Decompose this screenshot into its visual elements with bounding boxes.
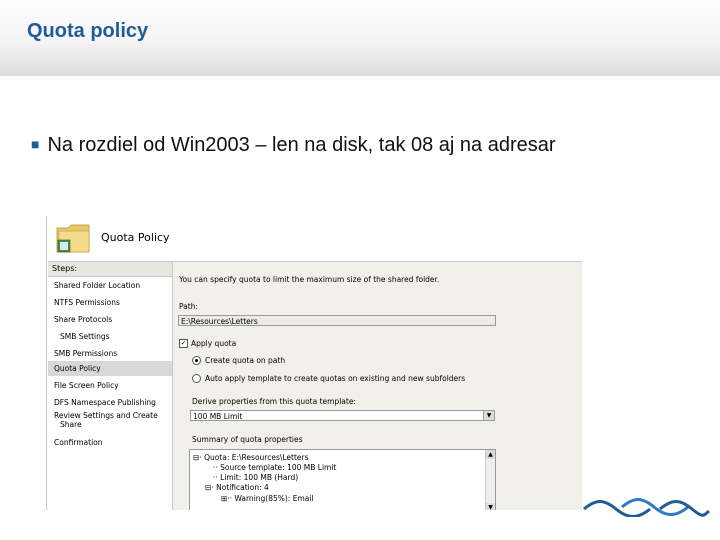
derive-label: Derive properties from this quota templa…: [192, 397, 356, 406]
create-quota-radio[interactable]: [192, 356, 201, 365]
step-confirmation[interactable]: Confirmation: [48, 438, 172, 447]
step-review-settings-share: Share: [60, 420, 82, 429]
step-smb-settings[interactable]: SMB Settings: [48, 332, 172, 341]
wave-logo-icon: [583, 498, 710, 517]
quota-summary-tree: ⊟· Quota: E:\Resources\Letters ·· Source…: [189, 449, 496, 510]
quota-policy-wizard: Quota Policy Steps: Shared Folder Locati…: [46, 216, 582, 510]
expand-icon[interactable]: ⊞··: [221, 494, 232, 503]
collapse-icon[interactable]: ⊟·: [205, 483, 214, 492]
scroll-down-icon[interactable]: ▼: [486, 503, 495, 510]
scroll-up-icon[interactable]: ▲: [486, 450, 495, 459]
step-ntfs-permissions[interactable]: NTFS Permissions: [48, 298, 172, 307]
bullet-square-icon: ■: [31, 136, 40, 152]
slide-header: Quota policy: [0, 0, 720, 76]
step-review-settings[interactable]: Review Settings and Create: [48, 411, 172, 420]
bullet-text: Na rozdiel od Win2003 – len na disk, tak…: [47, 134, 556, 156]
collapse-icon[interactable]: ⊟·: [193, 453, 202, 462]
auto-apply-radio[interactable]: [192, 374, 201, 383]
wizard-header: Quota Policy: [47, 216, 582, 261]
quota-template-select[interactable]: 100 MB Limit ▼: [190, 410, 495, 421]
step-share-protocols[interactable]: Share Protocols: [48, 315, 172, 324]
tree-item-quota[interactable]: ⊟· Quota: E:\Resources\Letters: [193, 453, 309, 462]
step-shared-folder-location[interactable]: Shared Folder Location: [48, 281, 172, 290]
wizard-title: Quota Policy: [101, 231, 170, 244]
slide-title: Quota policy: [27, 20, 149, 42]
intro-text: You can specify quota to limit the maxim…: [179, 275, 440, 284]
step-file-screen-policy[interactable]: File Screen Policy: [48, 381, 172, 390]
quota-template-value: 100 MB Limit: [193, 412, 243, 421]
bullet-item: ■ Na rozdiel od Win2003 – len na disk, ta…: [31, 134, 556, 157]
steps-heading: Steps:: [48, 261, 172, 277]
tree-item-source-template: ·· Source template: 100 MB Limit: [213, 463, 337, 472]
path-label: Path:: [179, 302, 199, 311]
wizard-content: You can specify quota to limit the maxim…: [173, 261, 582, 510]
folder-icon: [56, 224, 90, 253]
step-smb-permissions[interactable]: SMB Permissions: [48, 349, 172, 358]
step-quota-policy[interactable]: Quota Policy: [48, 361, 172, 376]
create-quota-label: Create quota on path: [205, 356, 286, 365]
tree-item-notification[interactable]: ⊟· Notification: 4: [205, 483, 269, 492]
wizard-steps-panel: Steps: Shared Folder Location NTFS Permi…: [48, 261, 173, 510]
tree-scrollbar[interactable]: ▲ ▼: [485, 450, 495, 510]
tree-item-warning[interactable]: ⊞·· Warning(85%): Email: [221, 494, 314, 503]
apply-quota-checkbox[interactable]: ✓: [179, 339, 188, 348]
step-dfs-namespace-publishing[interactable]: DFS Namespace Publishing: [48, 398, 172, 407]
summary-label: Summary of quota properties: [192, 435, 303, 444]
tree-item-limit: ·· Limit: 100 MB (Hard): [213, 473, 299, 482]
chevron-down-icon[interactable]: ▼: [483, 411, 494, 420]
auto-apply-label: Auto apply template to create quotas on …: [205, 374, 466, 383]
path-field: E:\Resources\Letters: [178, 315, 496, 326]
apply-quota-label: Apply quota: [191, 339, 237, 348]
